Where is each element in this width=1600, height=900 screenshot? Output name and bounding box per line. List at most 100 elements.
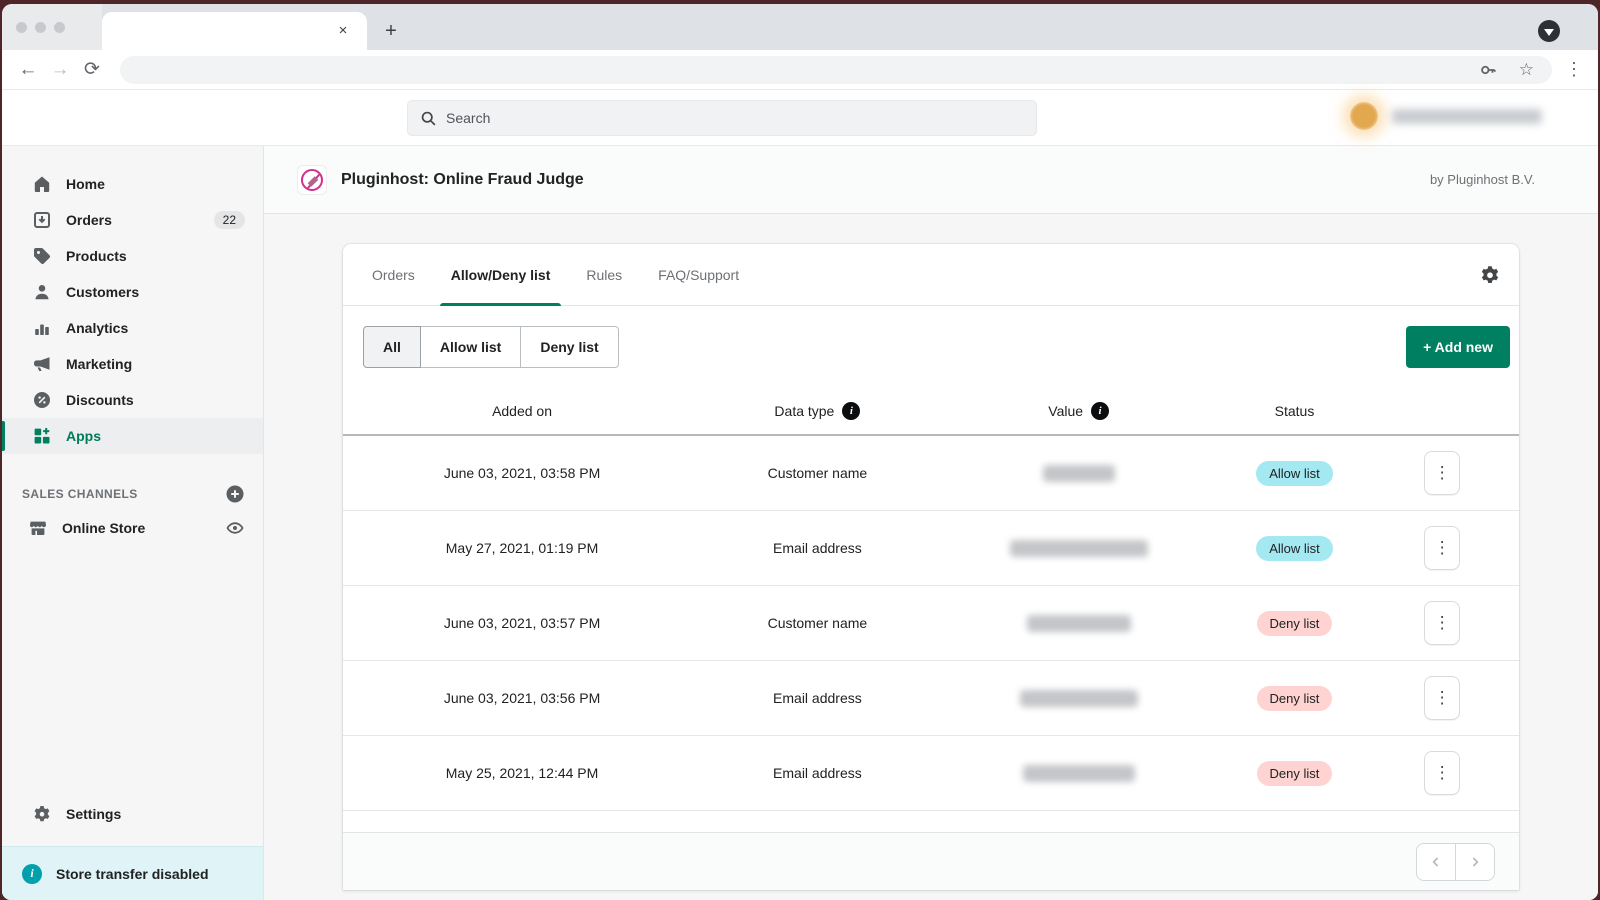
browser-tab[interactable]: × — [102, 12, 367, 50]
address-bar-icons: ☆ — [1479, 60, 1542, 80]
table-header: Added on Data typei Valuei Status — [343, 388, 1519, 436]
row-menu-button[interactable]: ⋮ — [1424, 676, 1460, 720]
filter-deny-list-button[interactable]: Deny list — [520, 326, 618, 368]
cell-status: Deny list — [1204, 686, 1386, 711]
sidebar-item-customers[interactable]: Customers — [2, 274, 263, 310]
column-status: Status — [1204, 403, 1386, 419]
search-icon — [420, 110, 437, 127]
sidebar-item-analytics[interactable]: Analytics — [2, 310, 263, 346]
reload-icon[interactable]: ⟳ — [76, 54, 108, 86]
pagination-prev-button[interactable] — [1416, 843, 1456, 881]
new-tab-button[interactable]: + — [378, 18, 404, 44]
list-filter-segmented-control: All Allow list Deny list — [363, 326, 619, 368]
url-input[interactable] — [130, 62, 1479, 77]
table-row: June 03, 2021, 03:57 PM Customer name De… — [343, 586, 1519, 661]
back-icon[interactable]: ← — [12, 54, 44, 86]
sidebar-item-home[interactable]: Home — [2, 166, 263, 202]
key-icon[interactable] — [1479, 61, 1497, 79]
browser-tabstrip: × + — [2, 4, 1598, 50]
home-icon — [32, 174, 52, 194]
row-menu-button[interactable]: ⋮ — [1424, 526, 1460, 570]
megaphone-icon — [32, 354, 52, 374]
sidebar-item-apps[interactable]: Apps — [2, 418, 263, 454]
app-card: Orders Allow/Deny list Rules FAQ/Support… — [343, 244, 1519, 890]
window-controls — [2, 4, 102, 50]
browser-menu-icon[interactable]: ⋮ — [1560, 59, 1588, 80]
table-row: May 25, 2021, 12:44 PM Email address Den… — [343, 736, 1519, 811]
sidebar-item-orders[interactable]: Orders 22 — [2, 202, 263, 238]
add-new-button[interactable]: + Add new — [1406, 326, 1510, 368]
cell-added-on: May 25, 2021, 12:44 PM — [363, 765, 681, 781]
sidebar-item-label: Products — [66, 248, 245, 264]
filter-all-button[interactable]: All — [363, 326, 421, 368]
tab-orders[interactable]: Orders — [359, 244, 428, 306]
sidebar-item-settings[interactable]: Settings — [2, 796, 263, 832]
cell-data-type: Customer name — [681, 615, 954, 631]
tab-close-icon[interactable]: × — [333, 21, 353, 41]
sidebar-item-label: Settings — [66, 806, 245, 822]
cell-status: Deny list — [1204, 761, 1386, 786]
window-minimize-button[interactable] — [35, 22, 46, 33]
chevron-down-icon — [1544, 29, 1554, 36]
window-zoom-button[interactable] — [54, 22, 65, 33]
app-logo-icon — [297, 165, 327, 195]
sidebar-item-label: Analytics — [66, 320, 245, 336]
sidebar-spacer — [2, 546, 263, 796]
cell-status: Allow list — [1204, 461, 1386, 486]
info-icon[interactable]: i — [842, 402, 860, 420]
tab-faq-support[interactable]: FAQ/Support — [645, 244, 752, 306]
tag-icon — [32, 246, 52, 266]
window-close-button[interactable] — [16, 22, 27, 33]
browser-profile-icon[interactable] — [1538, 20, 1560, 42]
status-badge: Deny list — [1257, 686, 1333, 711]
app-settings-button[interactable] — [1479, 264, 1501, 286]
bookmark-star-icon[interactable]: ☆ — [1519, 60, 1534, 80]
table-footer — [343, 832, 1519, 890]
tab-rules[interactable]: Rules — [573, 244, 635, 306]
cell-data-type: Email address — [681, 765, 954, 781]
table-row: June 03, 2021, 03:58 PM Customer name Al… — [343, 436, 1519, 511]
row-menu-button[interactable]: ⋮ — [1424, 601, 1460, 645]
cell-value-redacted — [954, 690, 1204, 707]
status-badge: Allow list — [1256, 536, 1333, 561]
cell-actions: ⋮ — [1385, 676, 1499, 720]
row-menu-button[interactable]: ⋮ — [1424, 451, 1460, 495]
status-badge: Deny list — [1257, 761, 1333, 786]
filter-allow-list-button[interactable]: Allow list — [420, 326, 521, 368]
store-transfer-banner-text: Store transfer disabled — [56, 866, 209, 882]
apps-icon — [32, 426, 52, 446]
store-transfer-banner[interactable]: i Store transfer disabled — [2, 846, 263, 900]
sales-channels-label: SALES CHANNELS — [22, 487, 225, 501]
cell-status: Allow list — [1204, 536, 1386, 561]
sidebar-item-label: Home — [66, 176, 245, 192]
eye-icon[interactable] — [225, 518, 245, 538]
forward-icon[interactable]: → — [44, 54, 76, 86]
tabs-row: Orders Allow/Deny list Rules FAQ/Support — [343, 244, 1519, 306]
pagination-next-button[interactable] — [1455, 843, 1495, 881]
cell-value-redacted — [954, 540, 1204, 557]
global-search[interactable] — [407, 100, 1037, 136]
row-menu-button[interactable]: ⋮ — [1424, 751, 1460, 795]
account-menu[interactable] — [1350, 102, 1542, 130]
search-input[interactable] — [446, 110, 1024, 126]
cell-added-on: June 03, 2021, 03:56 PM — [363, 690, 681, 706]
sidebar-item-online-store[interactable]: Online Store — [2, 510, 263, 546]
app-byline: by Pluginhost B.V. — [1430, 172, 1535, 187]
chevron-right-icon — [1467, 854, 1483, 870]
sidebar-item-label: Orders — [66, 212, 200, 228]
add-channel-icon[interactable] — [225, 484, 245, 504]
sidebar-item-label: Apps — [66, 428, 245, 444]
bar-chart-icon — [32, 318, 52, 338]
cell-value-redacted — [954, 765, 1204, 782]
sidebar-item-discounts[interactable]: Discounts — [2, 382, 263, 418]
tab-allow-deny-list[interactable]: Allow/Deny list — [438, 244, 564, 306]
info-icon[interactable]: i — [1091, 402, 1109, 420]
address-bar[interactable]: ☆ — [120, 56, 1552, 84]
sidebar-item-marketing[interactable]: Marketing — [2, 346, 263, 382]
app-header: Pluginhost: Online Fraud Judge by Plugin… — [264, 146, 1598, 214]
sidebar-item-products[interactable]: Products — [2, 238, 263, 274]
orders-icon — [32, 210, 52, 230]
cell-actions: ⋮ — [1385, 601, 1499, 645]
cell-value-redacted — [954, 615, 1204, 632]
person-icon — [32, 282, 52, 302]
